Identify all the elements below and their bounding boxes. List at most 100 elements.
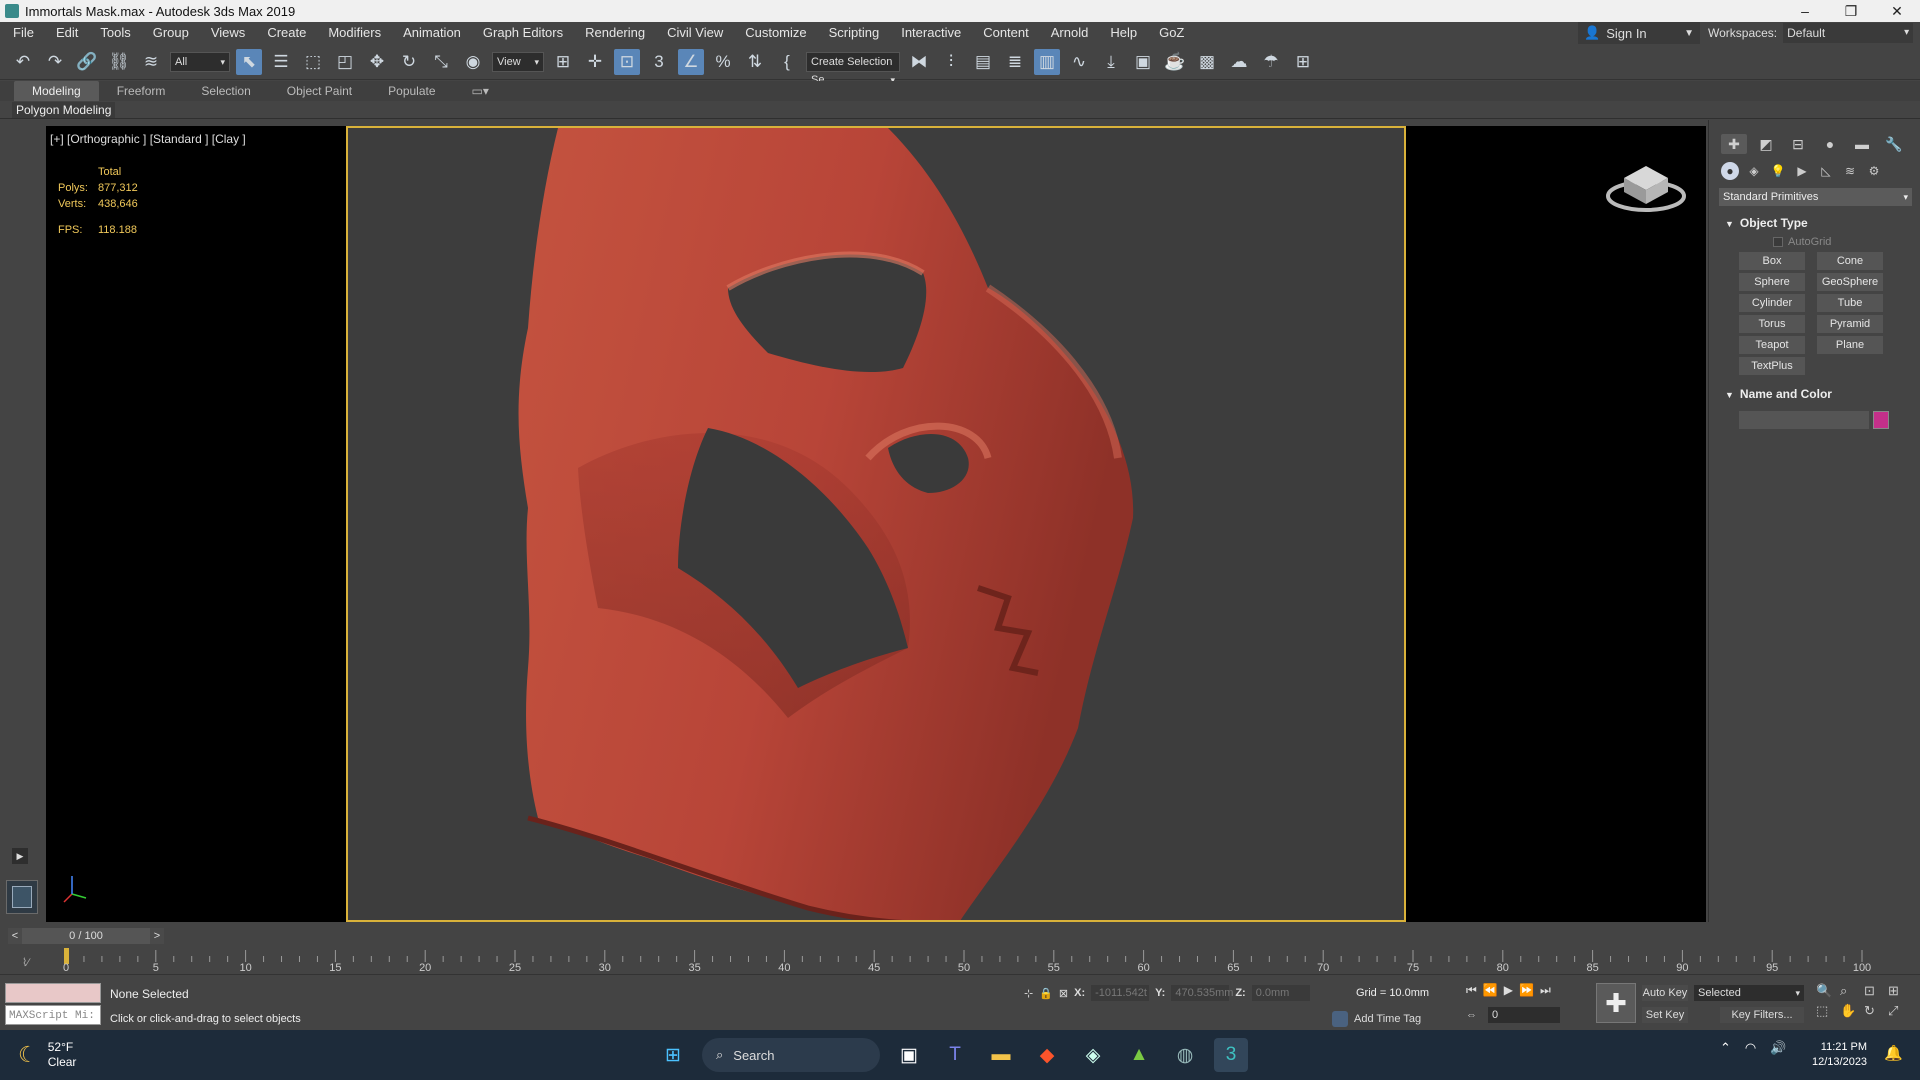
current-frame-field[interactable]: 0: [1488, 1007, 1560, 1023]
geometry-icon[interactable]: ●: [1721, 162, 1739, 180]
teapot-button[interactable]: Teapot: [1739, 336, 1805, 354]
maximize-viewport-icon[interactable]: ⤢: [1888, 1003, 1910, 1019]
wifi-icon[interactable]: ◠: [1745, 1040, 1756, 1056]
viewcube-icon[interactable]: [1606, 156, 1686, 216]
render-cloud-icon[interactable]: ☂: [1258, 49, 1284, 75]
angle-snap-icon[interactable]: ∠: [678, 48, 704, 75]
selection-filter-dropdown[interactable]: All: [170, 51, 230, 72]
material-editor-icon[interactable]: ⤓: [1098, 49, 1124, 75]
tab-selection[interactable]: Selection: [183, 81, 268, 101]
pyramid-button[interactable]: Pyramid: [1817, 315, 1883, 333]
key-selection-dropdown[interactable]: Selected: [1694, 985, 1804, 1001]
percent-snap-icon[interactable]: %: [710, 49, 736, 75]
move-icon[interactable]: ✥: [364, 49, 390, 75]
polygon-modeling-panel[interactable]: Polygon Modeling: [12, 102, 116, 118]
maxscript-output[interactable]: [5, 983, 101, 1003]
maximize-button[interactable]: ❐: [1828, 0, 1874, 22]
tab-freeform[interactable]: Freeform: [99, 81, 184, 101]
undo-icon[interactable]: ↶: [10, 49, 36, 75]
teams-icon[interactable]: T: [938, 1038, 972, 1072]
next-frame-icon[interactable]: ⏩: [1519, 983, 1534, 998]
menu-views[interactable]: Views: [200, 22, 256, 44]
motion-tab-icon[interactable]: ●: [1817, 134, 1843, 154]
set-key-button[interactable]: Set Key: [1642, 1007, 1688, 1023]
add-time-tag[interactable]: Add Time Tag: [1332, 1011, 1421, 1027]
z-coordinate[interactable]: 0.0mm: [1251, 985, 1310, 1001]
align-icon[interactable]: ⫶: [938, 49, 964, 75]
perspective-viewport[interactable]: [+] [Orthographic ] [Standard ] [Clay ] …: [46, 126, 1706, 922]
create-tab-icon[interactable]: ✚: [1721, 134, 1747, 154]
taskbar-search[interactable]: ⌕ Search: [702, 1038, 880, 1072]
chevron-up-icon[interactable]: ⌃: [1720, 1040, 1731, 1056]
menu-edit[interactable]: Edit: [45, 22, 89, 44]
zoom-extents-all-icon[interactable]: ⊞: [1888, 983, 1910, 999]
brave-browser-icon[interactable]: ◆: [1030, 1038, 1064, 1072]
menu-graph-editors[interactable]: Graph Editors: [472, 22, 574, 44]
tube-button[interactable]: Tube: [1817, 294, 1883, 312]
time-slider-prev[interactable]: <: [8, 928, 22, 944]
menu-rendering[interactable]: Rendering: [574, 22, 656, 44]
notification-bell-icon[interactable]: 🔔: [1884, 1044, 1903, 1062]
modify-tab-icon[interactable]: ◩: [1753, 134, 1779, 154]
pivot-center-icon[interactable]: ⊞: [550, 49, 576, 75]
tab-populate[interactable]: Populate: [370, 81, 453, 101]
reference-coord-dropdown[interactable]: View: [492, 51, 544, 72]
hierarchy-tab-icon[interactable]: ⊟: [1785, 134, 1811, 154]
object-name-field[interactable]: [1739, 411, 1869, 429]
cameras-icon[interactable]: ▶: [1793, 162, 1811, 180]
menu-goz[interactable]: GoZ: [1148, 22, 1195, 44]
file-explorer-icon[interactable]: ▬: [984, 1038, 1018, 1072]
keyboard-shortcut-override-icon[interactable]: ⊡: [614, 48, 640, 75]
mirror-icon[interactable]: ⧓: [906, 49, 932, 75]
menu-arnold[interactable]: Arnold: [1040, 22, 1100, 44]
menu-content[interactable]: Content: [972, 22, 1040, 44]
rect-selection-icon[interactable]: ⬚: [300, 49, 326, 75]
primitive-category-dropdown[interactable]: Standard Primitives: [1719, 188, 1912, 206]
sign-in-button[interactable]: 👤 Sign In ▼: [1578, 22, 1700, 44]
3ds-max-taskbar-icon[interactable]: 3: [1214, 1038, 1248, 1072]
render-setup-icon[interactable]: ▣: [1130, 49, 1156, 75]
expand-layout-icon[interactable]: ▶: [12, 848, 28, 864]
volume-icon[interactable]: 🔊: [1770, 1040, 1786, 1056]
link-icon[interactable]: 🔗: [74, 49, 100, 75]
go-to-start-icon[interactable]: ⏮: [1466, 983, 1477, 998]
snaps-toggle-icon[interactable]: 3: [646, 49, 672, 75]
viewport-label-menu[interactable]: [+] [Orthographic ] [Standard ] [Clay ]: [50, 132, 246, 146]
manipulate-icon[interactable]: ✛: [582, 49, 608, 75]
windows-start-icon[interactable]: ⊞: [656, 1038, 690, 1072]
ribbon-options-icon[interactable]: ▭▾: [454, 81, 507, 101]
redo-icon[interactable]: ↷: [42, 49, 68, 75]
select-object-icon[interactable]: ⬉: [236, 48, 262, 75]
menu-create[interactable]: Create: [256, 22, 317, 44]
task-view-icon[interactable]: ▣: [892, 1038, 926, 1072]
play-icon[interactable]: ▶: [1504, 983, 1513, 998]
display-tab-icon[interactable]: ▬: [1849, 134, 1875, 154]
zoom-extents-icon[interactable]: ⊡: [1864, 983, 1886, 999]
window-crossing-icon[interactable]: ◰: [332, 49, 358, 75]
curve-editor-icon[interactable]: ▥: [1034, 48, 1060, 75]
app-diamond-icon[interactable]: ◈: [1076, 1038, 1110, 1072]
render-production-icon[interactable]: ▩: [1194, 49, 1220, 75]
auto-key-button[interactable]: Auto Key: [1642, 985, 1688, 1001]
pan-icon[interactable]: ✋: [1840, 1003, 1862, 1019]
name-and-color-rollout[interactable]: ▼ Name and Color: [1719, 385, 1912, 403]
weather-widget[interactable]: ☾ 52°F Clear: [18, 1040, 76, 1070]
utilities-tab-icon[interactable]: 🔧: [1881, 134, 1907, 154]
a360-gallery-icon[interactable]: ⊞: [1290, 49, 1316, 75]
cylinder-button[interactable]: Cylinder: [1739, 294, 1805, 312]
plane-button[interactable]: Plane: [1817, 336, 1883, 354]
key-mode-toggle-icon[interactable]: ⇔: [1466, 1009, 1477, 1021]
close-button[interactable]: ✕: [1874, 0, 1920, 22]
tab-object-paint[interactable]: Object Paint: [269, 81, 370, 101]
x-coordinate[interactable]: -1011.542t: [1091, 985, 1150, 1001]
torus-button[interactable]: Torus: [1739, 315, 1805, 333]
minimize-button[interactable]: –: [1782, 0, 1828, 22]
zoom-region-icon[interactable]: ⬚: [1816, 1003, 1838, 1019]
viewport-layout-button[interactable]: [6, 880, 38, 914]
autogrid-box[interactable]: [1773, 237, 1783, 247]
object-type-rollout[interactable]: ▼ Object Type: [1719, 214, 1912, 232]
helpers-icon[interactable]: ◺: [1817, 162, 1835, 180]
app-triangle-icon[interactable]: ▲: [1122, 1038, 1156, 1072]
menu-file[interactable]: File: [0, 22, 45, 44]
time-slider[interactable]: < 0 / 100 >: [8, 928, 164, 944]
